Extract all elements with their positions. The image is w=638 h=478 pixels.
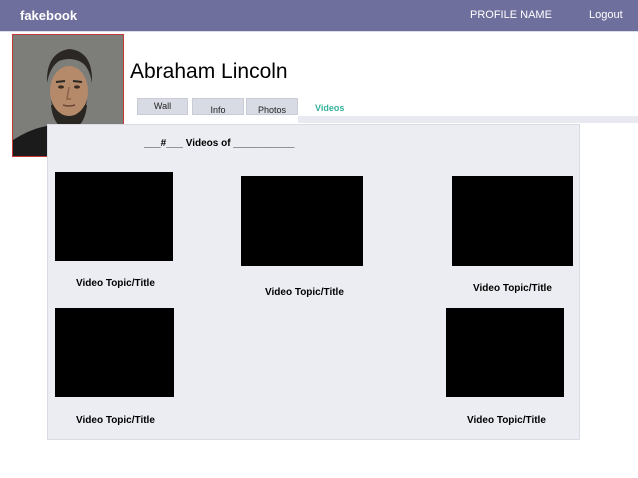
tab-wall-label: Wall <box>153 101 172 111</box>
app-logo[interactable]: fakebook <box>20 8 77 23</box>
video-thumbnail[interactable] <box>452 176 573 266</box>
tab-videos[interactable]: Videos <box>315 103 344 113</box>
tab-info-label: Info <box>210 105 226 115</box>
tab-photos[interactable]: Photos <box>246 98 298 115</box>
videos-heading: ___#___ Videos of ___________ <box>144 138 295 149</box>
profile-name-link[interactable]: PROFILE NAME <box>470 9 552 21</box>
video-thumbnail[interactable] <box>446 308 564 397</box>
logout-link[interactable]: Logout <box>589 9 623 21</box>
video-title[interactable]: Video Topic/Title <box>76 278 155 289</box>
profile-name-heading: Abraham Lincoln <box>130 60 288 83</box>
video-title[interactable]: Video Topic/Title <box>265 287 344 298</box>
video-thumbnail[interactable] <box>55 308 174 397</box>
video-title[interactable]: Video Topic/Title <box>467 415 546 426</box>
video-title[interactable]: Video Topic/Title <box>76 415 155 426</box>
tab-strip <box>298 116 638 123</box>
video-thumbnail[interactable] <box>55 172 173 261</box>
video-thumbnail[interactable] <box>241 176 363 266</box>
tab-wall[interactable]: Wall <box>137 98 188 115</box>
top-nav-bar: fakebook PROFILE NAME Logout <box>0 0 638 32</box>
tab-photos-label: Photos <box>257 105 287 115</box>
video-title[interactable]: Video Topic/Title <box>473 283 552 294</box>
tab-info[interactable]: Info <box>192 98 244 115</box>
